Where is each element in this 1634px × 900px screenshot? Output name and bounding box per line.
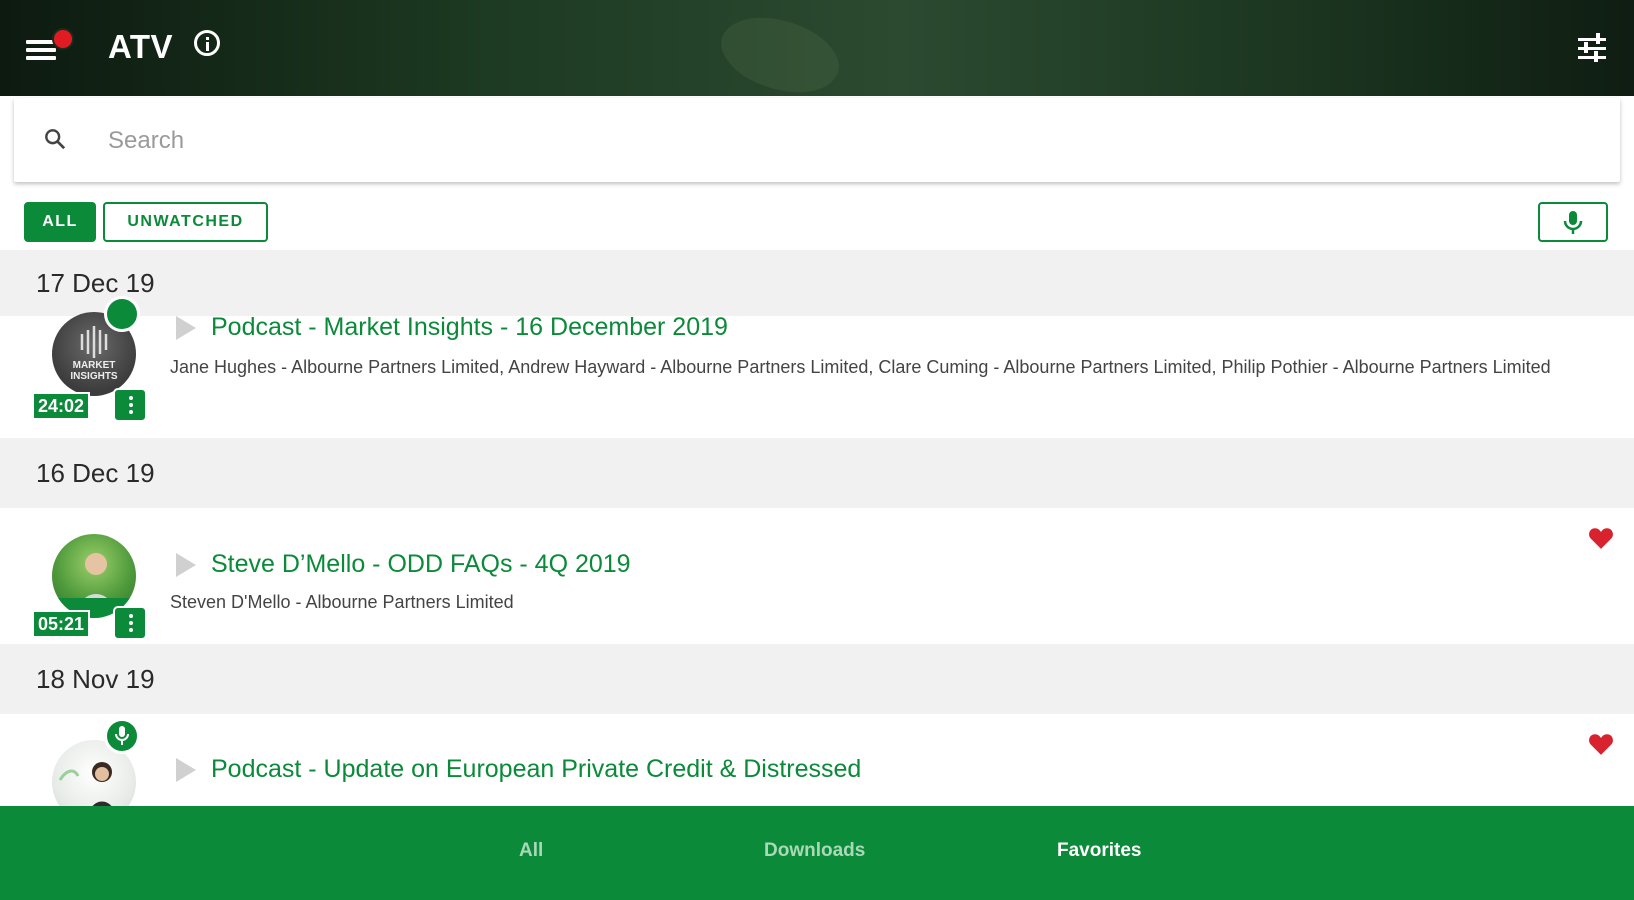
tab-downloads[interactable]: Downloads <box>764 840 865 862</box>
slider-knob <box>1596 33 1600 44</box>
favorite-heart-icon[interactable] <box>1588 732 1614 756</box>
item-title[interactable]: Steve D’Mello - ODD FAQs - 4Q 2019 <box>211 550 631 579</box>
list-item[interactable]: 05:21 Steve D’Mello - ODD FAQs - 4Q 2019… <box>0 508 1634 644</box>
slider-knob <box>1594 51 1598 62</box>
list-item[interactable]: MARKET INSIGHTS 24:02 Podcast - Market I… <box>0 296 1634 438</box>
microphone-icon <box>1563 211 1583 234</box>
slider-line <box>1578 47 1606 50</box>
microphone-icon <box>115 726 129 745</box>
tab-favorites[interactable]: Favorites <box>1057 840 1141 862</box>
date-header: 17 Dec 19 <box>0 250 1634 316</box>
search-icon <box>45 129 66 150</box>
podcast-badge <box>104 718 140 754</box>
notification-dot <box>52 28 74 50</box>
play-icon[interactable] <box>176 758 196 782</box>
hamburger-line <box>26 48 56 52</box>
item-title[interactable]: Podcast - Update on European Private Cre… <box>211 755 861 784</box>
list-item[interactable]: Podcast - Update on European Private Cre… <box>0 714 1634 806</box>
item-title[interactable]: Podcast - Market Insights - 16 December … <box>211 313 728 342</box>
tab-all[interactable]: All <box>519 840 543 862</box>
bottom-navigation: All Downloads Favorites <box>0 806 1634 900</box>
filter-all-chip[interactable]: ALL <box>24 202 96 242</box>
item-authors: Steven D'Mello - Albourne Partners Limit… <box>170 592 514 612</box>
play-icon[interactable] <box>176 553 196 577</box>
svg-text:INSIGHTS: INSIGHTS <box>70 371 118 382</box>
filter-unwatched-chip[interactable]: UNWATCHED <box>103 202 268 242</box>
more-dot <box>129 614 133 618</box>
more-options-button[interactable] <box>113 388 147 422</box>
app-title: ATV <box>108 28 174 65</box>
more-options-button[interactable] <box>113 606 147 640</box>
date-header: 16 Dec 19 <box>0 438 1634 508</box>
podcast-badge <box>104 296 140 332</box>
more-dot <box>129 403 133 407</box>
search-input[interactable] <box>106 120 1590 162</box>
sliders-icon <box>1578 38 1606 41</box>
filter-settings-button[interactable] <box>1576 32 1610 66</box>
date-header: 18 Nov 19 <box>0 644 1634 714</box>
search-bar <box>14 98 1620 182</box>
favorite-heart-icon[interactable] <box>1588 526 1614 550</box>
duration-badge: 05:21 <box>32 610 91 638</box>
slider-line <box>1578 56 1606 59</box>
header-background-leaf <box>710 0 850 113</box>
podcast-filter-button[interactable] <box>1538 202 1608 242</box>
more-dot <box>129 396 133 400</box>
menu-button[interactable] <box>22 28 74 66</box>
duration-badge: 24:02 <box>32 392 91 420</box>
more-dot <box>129 621 133 625</box>
hamburger-line <box>26 56 56 60</box>
slider-knob <box>1584 42 1588 53</box>
item-authors: Jane Hughes - Albourne Partners Limited,… <box>170 357 1551 377</box>
svg-text:MARKET: MARKET <box>73 360 116 371</box>
more-dot <box>129 410 133 414</box>
more-dot <box>129 628 133 632</box>
info-icon[interactable] <box>194 30 220 56</box>
play-icon[interactable] <box>176 316 196 340</box>
app-bar: ATV <box>0 0 1634 113</box>
